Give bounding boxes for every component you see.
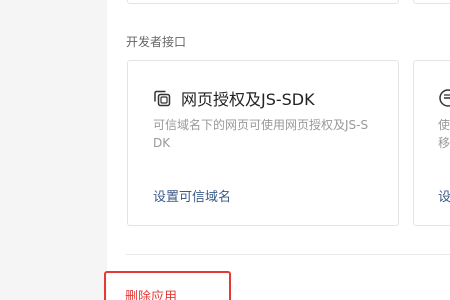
top-card-partial-right <box>413 0 450 4</box>
card-description: 可信域名下的网页可使用网页授权及JS-SDK <box>153 118 369 150</box>
card-partial-right: 使 移 设 <box>413 60 450 226</box>
card-partial-desc-line1: 使 <box>438 118 450 132</box>
left-gutter <box>0 0 107 300</box>
card-web-auth-jssdk: 网页授权及JS-SDK 可信域名下的网页可使用网页授权及JS-SDK 设置可信域… <box>127 60 399 226</box>
section-title: 开发者接口 <box>126 35 187 49</box>
card-partial-description: 使 移 <box>438 116 450 152</box>
minus-circle-icon <box>438 88 450 108</box>
divider <box>126 254 450 255</box>
copy-squares-icon <box>152 88 172 108</box>
top-card-partial <box>127 0 399 4</box>
app-detail-page: 开发者接口 网页授权及JS-SDK 可信域名下的网页可使用网页授权及JS-SDK… <box>0 0 450 300</box>
delete-app-button[interactable]: 删除应用 <box>125 286 177 300</box>
card-partial-link[interactable]: 设 <box>438 186 450 205</box>
card-title: 网页授权及JS-SDK <box>181 90 315 109</box>
card-partial-desc-line2: 移 <box>438 136 450 150</box>
set-trusted-domain-link[interactable]: 设置可信域名 <box>153 186 231 205</box>
